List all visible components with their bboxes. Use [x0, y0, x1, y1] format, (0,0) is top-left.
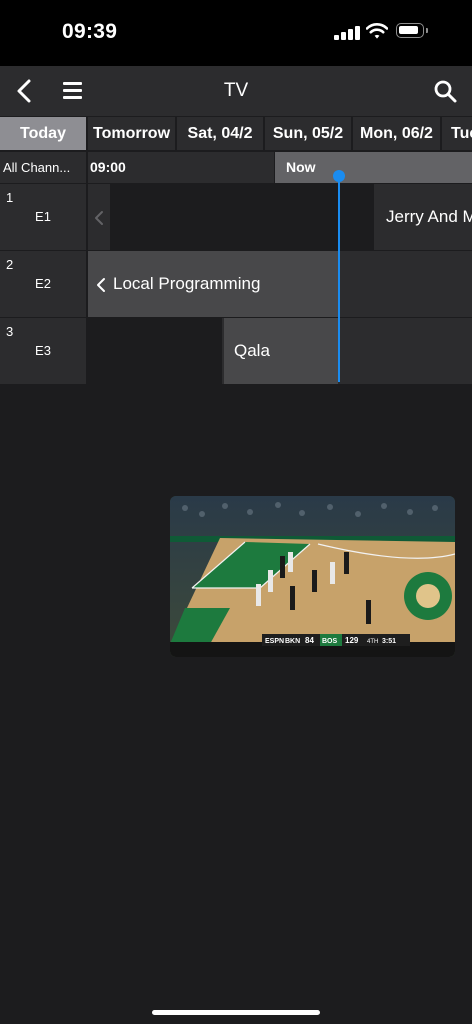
channel-row-1: 1 E1 Jerry And M: [0, 184, 472, 250]
channel-number: 2: [6, 257, 14, 272]
tab-sun[interactable]: Sun, 05/2: [265, 117, 351, 150]
score-clock: 3:51: [382, 638, 396, 645]
program-title: Jerry And M: [386, 207, 472, 226]
channel-cell[interactable]: 2 E2: [0, 251, 86, 317]
program-track: Jerry And M: [88, 184, 472, 250]
score-home: 129: [345, 636, 359, 645]
program-block-empty[interactable]: [110, 184, 374, 250]
back-icon[interactable]: [10, 74, 40, 108]
video-player[interactable]: ESPN BKN 84 BOS 129 4TH 3:51: [170, 496, 455, 657]
previous-program[interactable]: [88, 184, 110, 250]
program-track: Qala: [88, 318, 472, 384]
home-indicator: [152, 1010, 320, 1015]
tab-sat[interactable]: Sat, 04/2: [177, 117, 263, 150]
chevron-left-icon: [95, 210, 103, 225]
program-title: Local Programming: [113, 274, 261, 293]
video-frame: ESPN BKN 84 BOS 129 4TH 3:51: [170, 496, 455, 657]
channel-number: 3: [6, 324, 14, 339]
status-bar: 09:39: [0, 0, 472, 66]
now-indicator-line: [338, 178, 340, 382]
program-block[interactable]: Jerry And M: [376, 184, 472, 250]
channel-number: 1: [6, 190, 14, 205]
tab-today[interactable]: Today: [0, 117, 86, 150]
score-team-away: BKN: [285, 638, 300, 645]
menu-icon[interactable]: [60, 79, 86, 103]
tab-tomorrow[interactable]: Tomorrow: [88, 117, 175, 150]
program-title: Qala: [234, 341, 270, 360]
channel-cell[interactable]: 1 E1: [0, 184, 86, 250]
channel-cell[interactable]: 3 E3: [0, 318, 86, 384]
tab-mon[interactable]: Mon, 06/2: [353, 117, 440, 150]
timeline-row: All Chann... 09:00 Now: [0, 152, 472, 183]
day-tabs: Today Tomorrow Sat, 04/2 Sun, 05/2 Mon, …: [0, 116, 472, 152]
cellular-signal-icon: [334, 25, 360, 40]
time-slot-label: 09:00: [88, 152, 274, 183]
channel-row-3: 3 E3 Qala: [0, 318, 472, 384]
search-icon[interactable]: [432, 78, 460, 106]
all-channels-filter[interactable]: All Chann...: [0, 152, 86, 183]
score-away: 84: [305, 636, 314, 645]
channel-name: E1: [35, 209, 51, 224]
program-track: Local Programming: [88, 251, 472, 317]
score-quarter: 4TH: [367, 639, 378, 645]
nav-bar: TV: [0, 66, 472, 116]
wifi-icon: [366, 23, 388, 39]
tab-tue[interactable]: Tue: [442, 117, 472, 150]
program-block-active[interactable]: Qala: [224, 318, 338, 384]
status-time: 09:39: [62, 20, 118, 43]
program-block-empty[interactable]: [88, 318, 222, 384]
battery-icon: [396, 23, 424, 38]
channel-name: E2: [35, 276, 51, 291]
score-network: ESPN: [265, 638, 284, 645]
channel-name: E3: [35, 343, 51, 358]
battery-tip: [426, 28, 428, 33]
now-indicator-dot: [333, 170, 345, 182]
score-team-home: BOS: [322, 638, 338, 645]
chevron-left-icon: [97, 277, 105, 292]
channel-row-2: 2 E2 Local Programming: [0, 251, 472, 317]
now-label: Now: [275, 152, 472, 183]
program-block-active[interactable]: Local Programming: [88, 251, 338, 317]
